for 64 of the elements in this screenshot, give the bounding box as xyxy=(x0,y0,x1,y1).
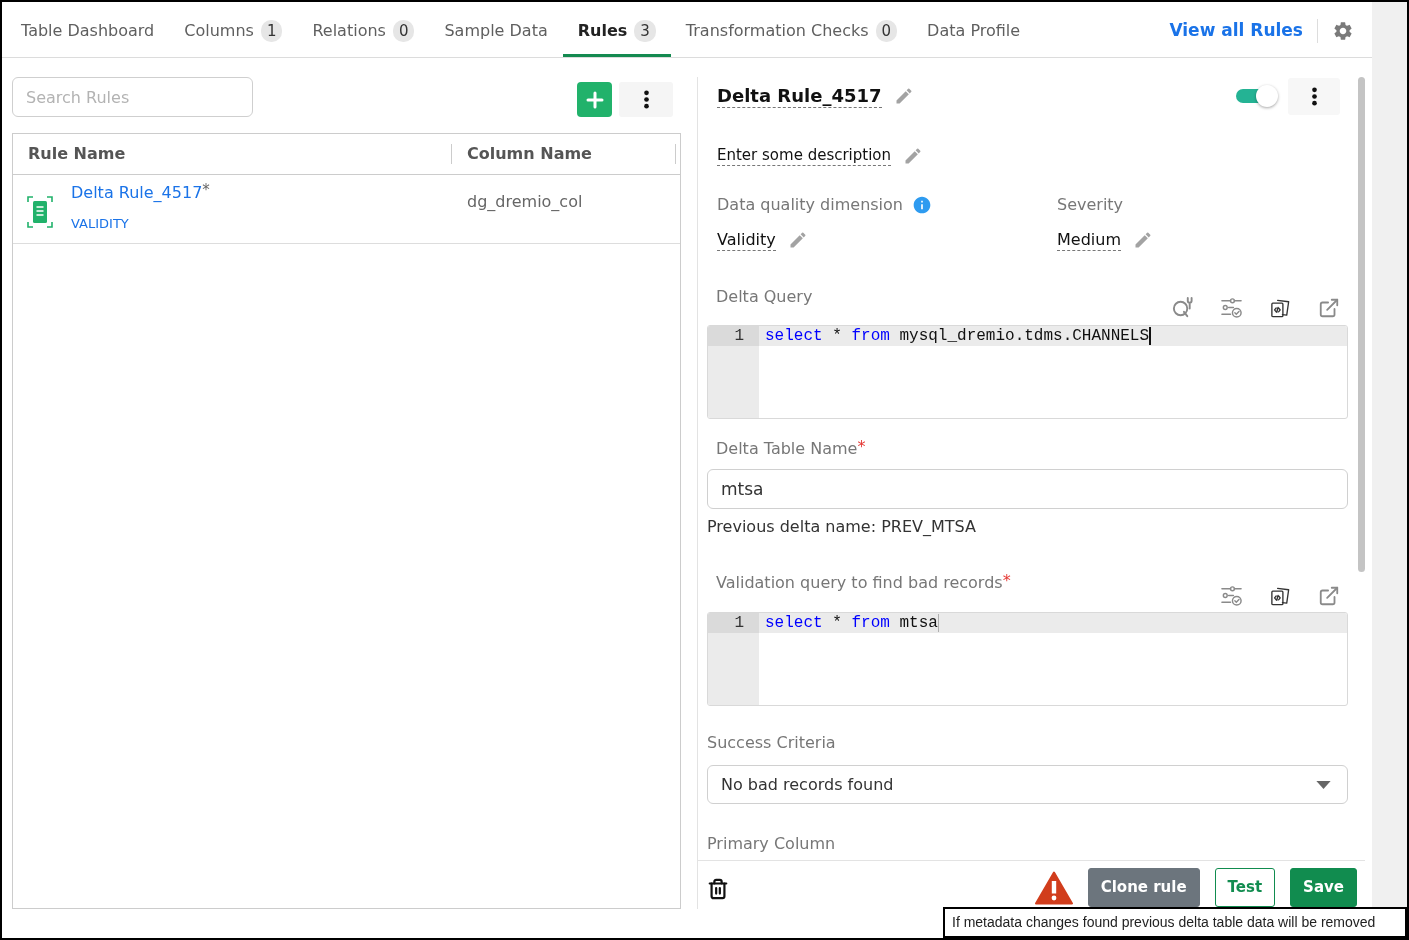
sliders-check-icon[interactable] xyxy=(1220,584,1243,607)
tab[interactable]: Columns 1 xyxy=(169,2,298,57)
settings-icon[interactable] xyxy=(1332,19,1354,42)
count-badge: 3 xyxy=(634,20,656,42)
hint-text: Previous delta name: PREV_MTSA xyxy=(707,517,976,537)
description-text[interactable]: Enter some description xyxy=(717,145,892,166)
dimension-value[interactable]: Validity xyxy=(717,229,776,251)
field-label: Validation query to find bad records xyxy=(716,573,1003,593)
column-header: Rule Name xyxy=(28,143,126,165)
table-cell: dg_dremio_col xyxy=(467,192,583,211)
external-link-icon[interactable] xyxy=(1318,296,1340,319)
count-badge: 0 xyxy=(875,20,898,42)
code-editor[interactable]: 1 select * from mtsa xyxy=(707,612,1348,706)
field-label: Severity xyxy=(1057,195,1124,215)
tab[interactable]: Table Dashboard xyxy=(6,2,170,57)
external-link-icon[interactable] xyxy=(1318,584,1340,607)
tab[interactable]: Relations 0 xyxy=(297,2,430,57)
magnifier-wrench-icon[interactable] xyxy=(1171,296,1194,319)
severity-value[interactable]: Medium xyxy=(1057,229,1121,251)
rule-dimension: VALIDITY xyxy=(71,216,130,232)
tab[interactable]: Rules 3 xyxy=(562,2,671,57)
search-field[interactable]: Search Rules xyxy=(12,77,253,117)
warning-icon xyxy=(1034,870,1073,905)
tab[interactable]: Data Profile xyxy=(912,2,1036,57)
tooltip: If metadata changes found previous delta table data will be removed xyxy=(943,907,1407,938)
field-label: Primary Column xyxy=(707,834,836,854)
unsaved-mark: * xyxy=(202,182,210,198)
line-number: 1 xyxy=(734,326,744,346)
more-options-button[interactable] xyxy=(1288,77,1340,115)
field-label: Delta Query xyxy=(715,287,813,307)
rule-name-link[interactable]: Delta Rule_4517 xyxy=(71,182,203,204)
required-mark: * xyxy=(1002,573,1011,592)
more-options-button[interactable] xyxy=(619,82,673,117)
rule-title[interactable]: Delta Rule_4517 xyxy=(717,84,882,108)
code-editor[interactable]: 1 select * from mysql_dremio.tdms.CHANNELS xyxy=(707,325,1348,419)
count-badge: 1 xyxy=(260,20,283,42)
info-icon[interactable] xyxy=(912,195,932,215)
sliders-check-icon[interactable] xyxy=(1220,296,1243,319)
code-line: select * from mysql_dremio.tdms.CHANNELS xyxy=(765,326,1150,346)
clone-button[interactable]: Clone rule xyxy=(1087,868,1200,907)
line-number: 1 xyxy=(734,613,744,633)
tab[interactable]: Sample Data xyxy=(429,2,563,57)
kebab-menu-icon xyxy=(1311,86,1317,106)
save-button[interactable]: Save xyxy=(1290,868,1357,907)
required-mark: * xyxy=(857,439,866,455)
field-label: Success Criteria xyxy=(707,733,836,753)
count-badge: 0 xyxy=(392,20,415,42)
toggle-switch[interactable] xyxy=(1236,85,1278,107)
tab[interactable]: Transformation Checks 0 xyxy=(670,2,913,57)
column-header: Column Name xyxy=(467,143,592,165)
rule-document-icon xyxy=(27,196,53,228)
trash-icon[interactable] xyxy=(707,877,729,901)
view-all-rules-link[interactable]: View all Rules xyxy=(1169,17,1303,44)
field-label: Delta Table Name xyxy=(716,439,858,459)
pencil-icon[interactable] xyxy=(1133,230,1153,250)
caret-icon xyxy=(1316,780,1331,789)
add-rule-button[interactable] xyxy=(577,82,612,117)
kebab-menu-icon xyxy=(643,90,649,109)
success-criteria-select[interactable]: No bad records found xyxy=(707,765,1348,804)
code-line: select * from mtsa xyxy=(765,613,938,633)
delta-table-name-field[interactable]: mtsa xyxy=(707,469,1348,509)
field-label: Data quality dimension xyxy=(717,195,903,215)
test-button[interactable]: Test xyxy=(1214,868,1276,907)
scrollbar[interactable] xyxy=(1358,77,1365,572)
